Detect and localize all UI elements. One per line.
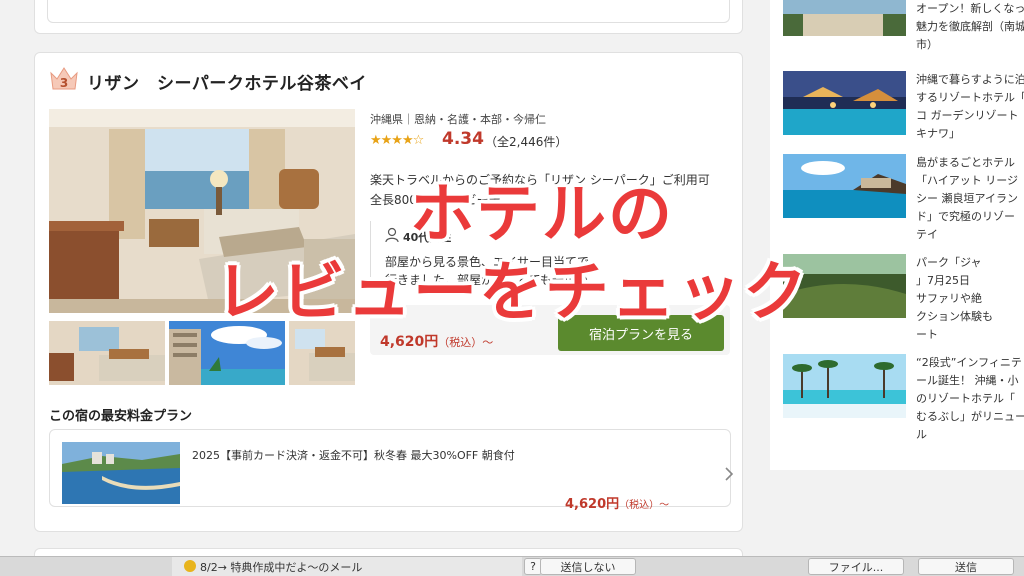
review-text-line1: 部屋から見る景色、エイサー目当てで bbox=[385, 255, 590, 269]
article-title-5: “2段式”インフィニテ ール誕生！ 沖縄・小 のリゾートホテル「 むるぶし」がリ… bbox=[916, 356, 1024, 441]
dont-send-button[interactable]: 送信しない bbox=[540, 558, 636, 575]
hotel-description-line2: 全長800mの天然ビーチ bbox=[370, 193, 501, 207]
previous-plan-card[interactable] bbox=[47, 0, 730, 23]
article-thumb-2 bbox=[783, 71, 906, 135]
crown-icon: 3 bbox=[50, 67, 78, 90]
status-dot-icon bbox=[184, 560, 196, 572]
article-title-3: 島がまるごとホテル 「ハイアット リージ シー 瀬良垣アイラン ド」で究極のリゾ… bbox=[916, 156, 1019, 241]
hotel-main-photo[interactable] bbox=[49, 109, 355, 313]
send-button[interactable]: 送信 bbox=[918, 558, 1014, 575]
plan-name[interactable]: 2025【事前カード決済・返金不可】秋冬春 最大30%OFF 朝食付 bbox=[192, 447, 515, 463]
hotel-name[interactable]: リザン シーパークホテル谷茶ベイ bbox=[87, 69, 367, 94]
view-plans-button[interactable]: 宿泊プランを見る bbox=[558, 315, 724, 351]
article-title-2: 沖縄で暮らすように泊 するリゾートホテル「 コ ガーデンリゾート キナワ」 bbox=[916, 73, 1024, 140]
rating-stars: ★★★★☆ bbox=[370, 133, 424, 148]
review-text-line2: 行きました。部屋からはとても景色が bbox=[385, 273, 589, 287]
hotel-location: 沖縄県｜恩納・名護・本部・今帰仁 bbox=[370, 113, 546, 126]
article-title-4: パーク「ジャ 」7月25日 サファリや絶 クション体験も ート bbox=[916, 256, 993, 341]
hotel-card: 3 リザン シーパークホテル谷茶ベイ 沖縄県｜恩納・名護・本部・今帰仁 ★★★★… bbox=[34, 52, 743, 532]
article-thumb-4 bbox=[783, 254, 906, 318]
review-count-link[interactable]: （全2,446件） bbox=[485, 133, 567, 150]
cheapest-plan-card[interactable]: 2025【事前カード決済・返金不可】秋冬春 最大30%OFF 朝食付 4,620… bbox=[49, 429, 734, 512]
article-thumb-5 bbox=[783, 354, 906, 418]
chevron-right-icon[interactable] bbox=[724, 466, 734, 486]
review-snippet: 40代女性 部屋から見る景色、エイサー目当てで 行きました。部屋からはとても景色… bbox=[370, 221, 730, 291]
plan-price-value: 4,620円 bbox=[565, 497, 620, 512]
mail-compose-bar: 8/2→ 特典作成中だよ～のメール ? 送信しない ファイル... 送信 bbox=[0, 556, 1024, 576]
article-title-1: オープン！新しくなっ 魅力を徹底解剖（南城 市） bbox=[916, 2, 1024, 51]
hotel-thumb-room2[interactable] bbox=[289, 321, 355, 385]
attach-file-button[interactable]: ファイル... bbox=[808, 558, 904, 575]
price-value: 4,620円 bbox=[380, 334, 439, 350]
plan-photo bbox=[62, 442, 180, 504]
mail-notice-text: 8/2→ 特典作成中だよ～のメール bbox=[200, 561, 363, 574]
hotel-thumb-room[interactable] bbox=[49, 321, 165, 385]
lowest-price: 4,620円（税込）～ bbox=[380, 331, 493, 351]
article-thumb-1 bbox=[783, 0, 906, 36]
previous-hotel-card bbox=[34, 0, 743, 34]
person-icon bbox=[385, 227, 399, 243]
price-box: 4,620円（税込）～ 宿泊プランを見る bbox=[370, 305, 730, 355]
reviewer-age: 40代女性 bbox=[403, 231, 452, 244]
article-thumb-3 bbox=[783, 154, 906, 218]
related-articles-sidebar: オープン！新しくなっ 魅力を徹底解剖（南城 市） 沖縄で暮らすように泊 するリゾ… bbox=[770, 0, 1024, 470]
rating-score: 4.34 bbox=[442, 129, 484, 149]
cheapest-plan-title: この宿の最安料金プラン bbox=[49, 409, 193, 424]
mail-notice: 8/2→ 特典作成中だよ～のメール bbox=[172, 557, 522, 576]
plan-price-tax: （税込）～ bbox=[619, 500, 670, 511]
price-tax-label: （税込）～ bbox=[438, 336, 494, 349]
rank-number: 3 bbox=[60, 76, 68, 90]
plan-price: 4,620円（税込）～ bbox=[565, 493, 669, 512]
hotel-thumb-exterior[interactable] bbox=[169, 321, 285, 385]
hotel-description-line1: 楽天トラベルからのご予約なら「リザン シーパーク」ご利用可 bbox=[370, 173, 710, 187]
